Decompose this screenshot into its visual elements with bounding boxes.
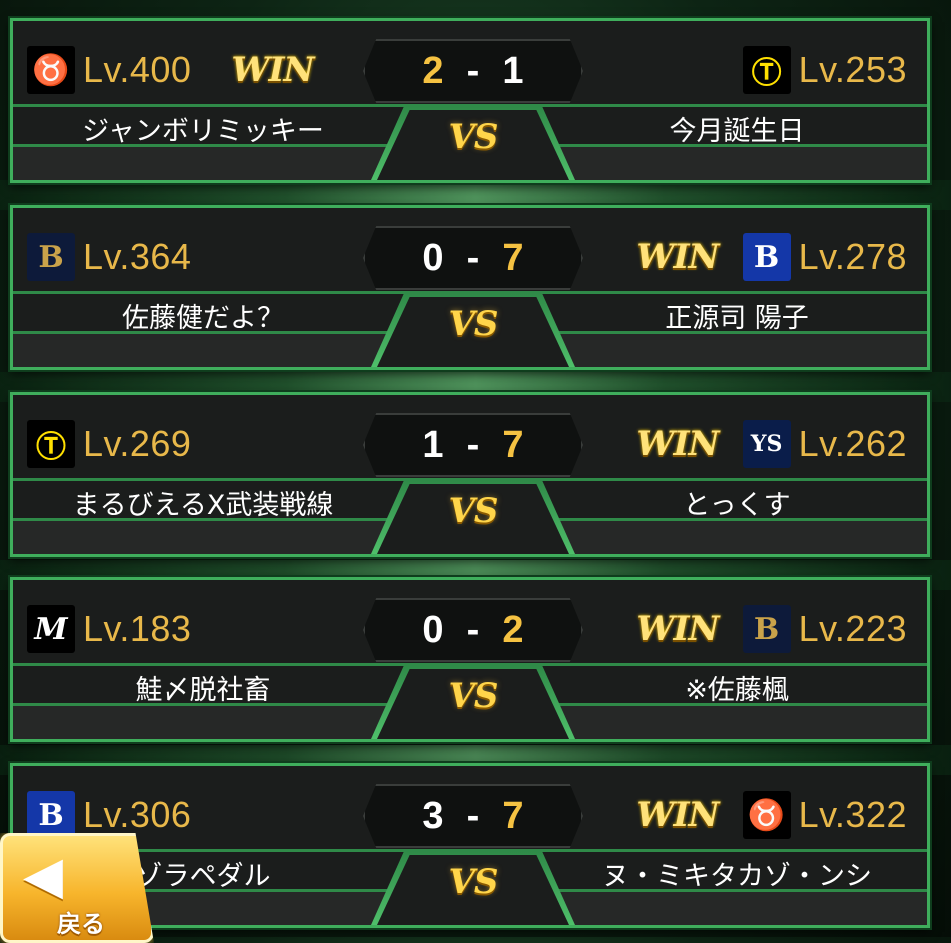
vs-area: VS 0 - 2 bbox=[363, 580, 583, 739]
score-box: 0 - 7 bbox=[363, 226, 583, 290]
baystars-icon: B bbox=[742, 233, 791, 281]
giants-icon: ♉ bbox=[27, 46, 75, 94]
match-card[interactable]: VS 3 - 7 B Lv.306 WIN ♉ Lv.322 ゾラペダル ヌ・ミ… bbox=[10, 763, 930, 928]
left-player-header: Ⓣ Lv.269 bbox=[27, 417, 231, 471]
score-left: 0 bbox=[422, 236, 444, 279]
score-dash: - bbox=[466, 423, 480, 466]
left-level: Lv.306 bbox=[83, 794, 192, 835]
score-box: 1 - 7 bbox=[363, 413, 583, 477]
win-badge: WIN bbox=[636, 237, 719, 277]
right-player-name: 正源司 陽子 bbox=[665, 303, 809, 334]
right-player-name: とっくす bbox=[683, 490, 791, 521]
match-card[interactable]: VS 2 - 1 ♉ Lv.400 WIN Ⓣ Lv.253 ジャンボリミッキー… bbox=[10, 18, 930, 183]
right-player-header: WIN ♉ Lv.322 bbox=[636, 788, 907, 842]
vs-label: VS bbox=[448, 862, 499, 902]
left-player-header: B Lv.364 bbox=[27, 230, 231, 284]
vs-area: VS 3 - 7 bbox=[363, 766, 583, 925]
back-arrow-icon: ◀ bbox=[23, 846, 63, 906]
vs-label: VS bbox=[448, 491, 499, 531]
score-left: 0 bbox=[422, 608, 444, 651]
left-player-name: 佐藤健だよ？ bbox=[122, 303, 284, 334]
left-player-name: まるびえるX武装戦線 bbox=[72, 490, 334, 521]
right-player-header: WIN B Lv.278 bbox=[636, 230, 907, 284]
score-box: 0 - 2 bbox=[363, 598, 583, 662]
left-level: Lv.364 bbox=[83, 236, 192, 277]
vs-label: VS bbox=[448, 117, 499, 157]
score-right: 7 bbox=[502, 794, 524, 837]
giants-icon: ♉ bbox=[742, 791, 791, 839]
win-badge: WIN bbox=[231, 50, 314, 90]
buffaloes-icon: B bbox=[742, 605, 791, 653]
left-player-name: ジャンボリミッキー bbox=[82, 116, 324, 147]
right-player-name: ※佐藤楓 bbox=[685, 675, 789, 706]
left-level: Lv.400 bbox=[83, 49, 192, 90]
match-card[interactable]: VS 0 - 7 B Lv.364 WIN B Lv.278 佐藤健だよ？ 正源… bbox=[10, 205, 930, 370]
score-right: 7 bbox=[502, 236, 524, 279]
right-player-name: 今月誕生日 bbox=[669, 116, 805, 147]
score-dash: - bbox=[466, 794, 480, 837]
score-dash: - bbox=[466, 608, 480, 651]
score-right: 7 bbox=[502, 423, 524, 466]
left-player-header: M Lv.183 bbox=[27, 602, 231, 656]
vs-area: VS 0 - 7 bbox=[363, 208, 583, 367]
right-player-name: ヌ・ミキタカゾ・ンシ bbox=[602, 861, 872, 892]
baystars-icon: B bbox=[27, 791, 75, 839]
match-card[interactable]: VS 0 - 2 M Lv.183 WIN B Lv.223 鮭〆脱社畜 ※佐藤… bbox=[10, 577, 930, 742]
score-dash: - bbox=[466, 49, 480, 92]
buffaloes-icon: B bbox=[27, 233, 75, 281]
back-button-label: 戻る bbox=[57, 910, 105, 938]
right-player-header: WIN B Lv.223 bbox=[636, 602, 907, 656]
win-badge: WIN bbox=[636, 424, 719, 464]
score-left: 1 bbox=[422, 423, 444, 466]
score-left: 2 bbox=[422, 49, 444, 92]
right-level: Lv.262 bbox=[798, 423, 907, 464]
right-level: Lv.278 bbox=[798, 236, 907, 277]
match-card[interactable]: VS 1 - 7 Ⓣ Lv.269 WIN YS Lv.262 まるびえるX武装… bbox=[10, 392, 930, 557]
right-player-header: WIN YS Lv.262 bbox=[636, 417, 907, 471]
vs-area: VS 1 - 7 bbox=[363, 395, 583, 554]
right-level: Lv.223 bbox=[798, 608, 907, 649]
score-dash: - bbox=[466, 236, 480, 279]
left-player-name: 鮭〆脱社畜 bbox=[135, 675, 271, 706]
left-player-header: ♉ Lv.400 WIN bbox=[27, 43, 315, 97]
tigers-icon: Ⓣ bbox=[742, 46, 791, 94]
score-right: 2 bbox=[502, 608, 524, 651]
tigers-icon: Ⓣ bbox=[27, 420, 75, 468]
left-level: Lv.269 bbox=[83, 423, 192, 464]
right-level: Lv.253 bbox=[798, 49, 907, 90]
win-badge: WIN bbox=[636, 795, 719, 835]
score-box: 3 - 7 bbox=[363, 784, 583, 848]
right-player-header: Ⓣ Lv.253 bbox=[719, 43, 907, 97]
vs-area: VS 2 - 1 bbox=[363, 21, 583, 180]
left-level: Lv.183 bbox=[83, 608, 192, 649]
win-badge: WIN bbox=[636, 609, 719, 649]
marines-icon: M bbox=[27, 605, 75, 653]
back-button[interactable]: ◀ 戻る bbox=[0, 833, 154, 943]
score-box: 2 - 1 bbox=[363, 39, 583, 103]
score-right: 1 bbox=[502, 49, 524, 92]
right-level: Lv.322 bbox=[798, 794, 907, 835]
score-left: 3 bbox=[422, 794, 444, 837]
swallows-icon: YS bbox=[742, 420, 791, 468]
vs-label: VS bbox=[448, 304, 499, 344]
vs-label: VS bbox=[448, 676, 499, 716]
